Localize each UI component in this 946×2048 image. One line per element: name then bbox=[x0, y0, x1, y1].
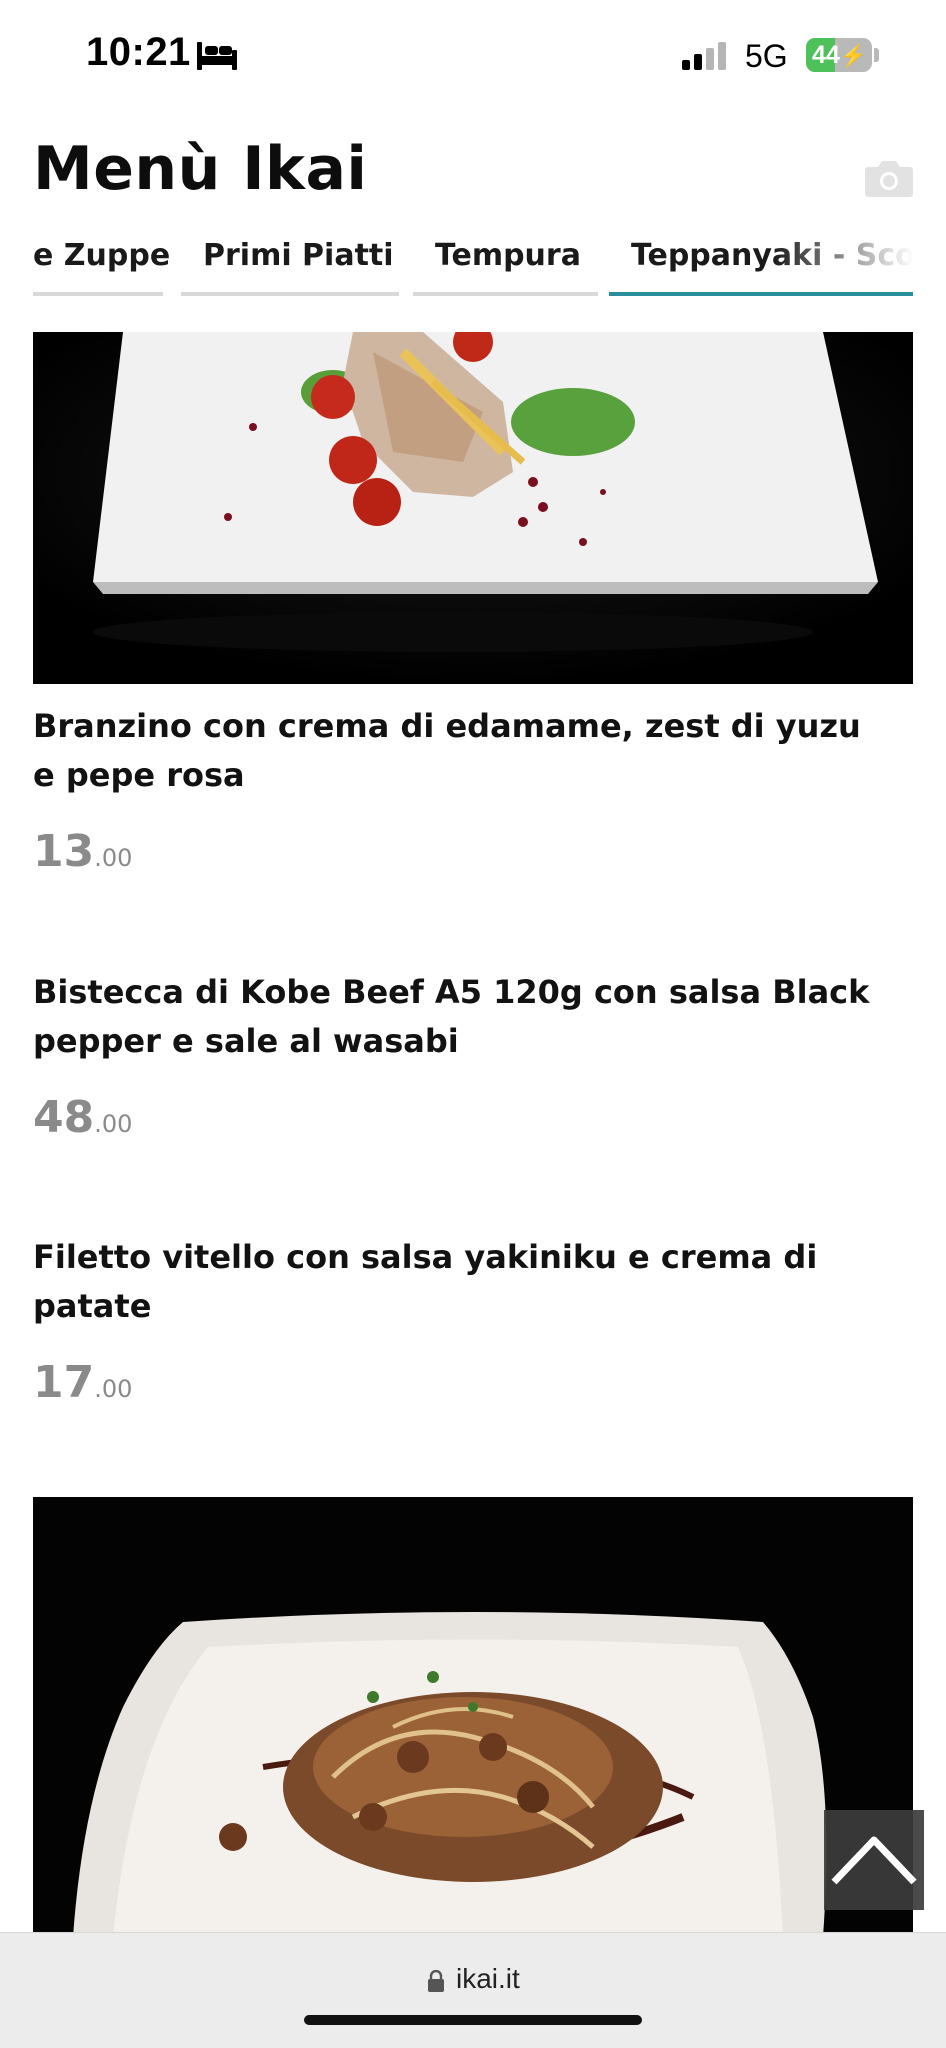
price-integer: 48 bbox=[33, 1092, 95, 1143]
tab-label: e Zuppe bbox=[33, 238, 171, 273]
tab-underline-active bbox=[609, 292, 913, 296]
item-price: 13.00 bbox=[33, 826, 893, 877]
menu-item[interactable]: Bistecca di Kobe Beef A5 120g con salsa … bbox=[33, 968, 893, 1143]
menu-item[interactable]: Branzino con crema di edamame, zest di y… bbox=[33, 702, 893, 877]
browser-address-bar[interactable]: ikai.it bbox=[0, 1932, 946, 2048]
status-bar: 10:21 5G 44⚡ bbox=[0, 0, 946, 110]
tabs-fade bbox=[773, 228, 913, 292]
price-decimal: .00 bbox=[94, 1110, 133, 1138]
item-name: Filetto vitello con salsa yakiniku e cre… bbox=[33, 1238, 818, 1325]
item-price: 48.00 bbox=[33, 1092, 893, 1143]
price-integer: 13 bbox=[33, 826, 95, 877]
price-decimal: .00 bbox=[94, 844, 133, 872]
battery-charging-icon: 44⚡ bbox=[806, 38, 872, 72]
item-name: Branzino con crema di edamame, zest di y… bbox=[33, 707, 861, 794]
item-name: Bistecca di Kobe Beef A5 120g con salsa … bbox=[33, 973, 870, 1060]
item-price: 17.00 bbox=[33, 1357, 893, 1408]
tab-primi-piatti[interactable]: Primi Piatti bbox=[181, 228, 399, 298]
signal-icon bbox=[682, 42, 726, 70]
network-type: 5G bbox=[745, 38, 788, 74]
battery-cap bbox=[874, 48, 879, 62]
tab-underline bbox=[413, 292, 598, 296]
dish-photo-branzino bbox=[33, 332, 913, 684]
page-title: Menù Ikai bbox=[33, 134, 368, 204]
tab-label: Tempura bbox=[435, 238, 581, 273]
plated-meat-image bbox=[33, 1497, 913, 1937]
battery-level: 44⚡ bbox=[812, 41, 868, 69]
tab-tempura[interactable]: Tempura bbox=[413, 228, 598, 298]
chevron-up-icon bbox=[831, 1836, 917, 1885]
url-text[interactable]: ikai.it bbox=[456, 1963, 520, 1995]
status-time: 10:21 bbox=[86, 30, 191, 74]
menu-item[interactable]: Filetto vitello con salsa yakiniku e cre… bbox=[33, 1233, 893, 1408]
bed-icon bbox=[197, 42, 237, 70]
tab-underline bbox=[181, 292, 399, 296]
lock-icon bbox=[428, 1970, 444, 1992]
price-decimal: .00 bbox=[94, 1375, 133, 1403]
camera-icon[interactable] bbox=[864, 155, 914, 199]
scroll-to-top-button[interactable] bbox=[824, 1810, 924, 1910]
dish-photo-filetto bbox=[33, 1497, 913, 1937]
price-integer: 17 bbox=[33, 1357, 95, 1408]
category-tabs: e Zuppe Primi Piatti Tempura Teppanyaki … bbox=[33, 228, 913, 298]
tab-underline bbox=[33, 292, 163, 296]
tab-label: Primi Piatti bbox=[203, 238, 394, 273]
plated-fish-image bbox=[33, 332, 913, 684]
tab-zuppe[interactable]: e Zuppe bbox=[33, 228, 170, 298]
home-indicator[interactable] bbox=[304, 2015, 642, 2025]
